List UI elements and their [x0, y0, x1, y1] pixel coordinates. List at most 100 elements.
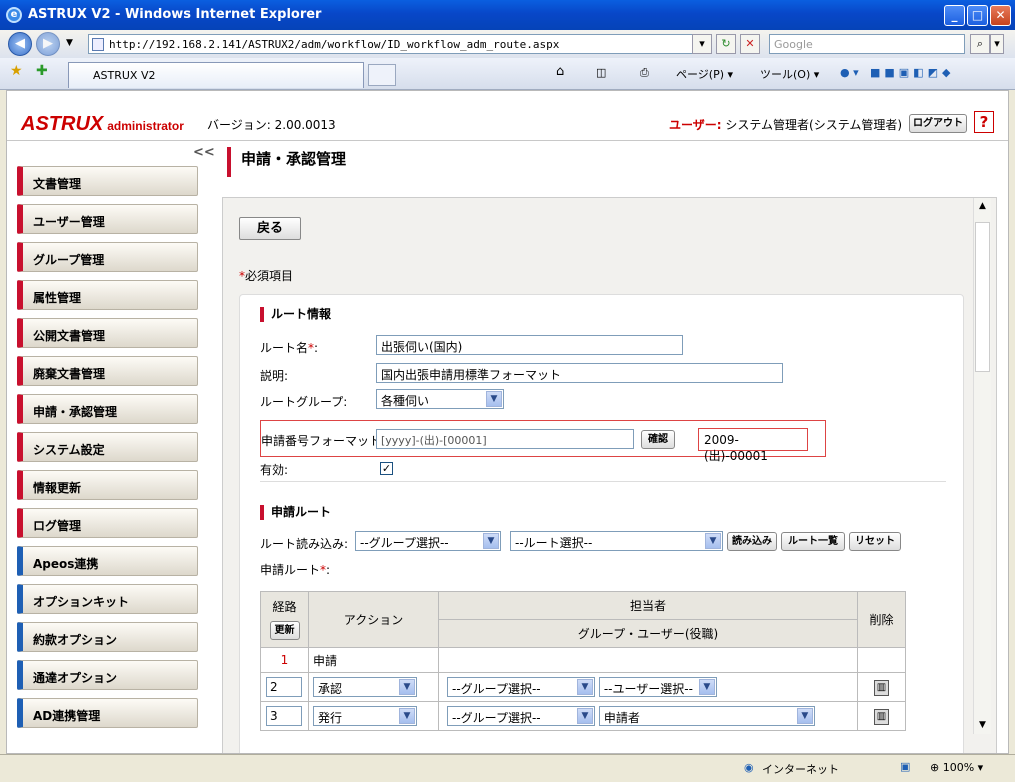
- zoom-control[interactable]: ⊕ 100% ▾: [930, 761, 983, 774]
- back-button[interactable]: 戻る: [239, 217, 301, 240]
- help-menu-icon[interactable]: ● ▾: [840, 66, 859, 79]
- feeds-icon[interactable]: ◫: [596, 66, 606, 79]
- route-delete-cell: ▥: [857, 701, 906, 731]
- home-icon[interactable]: ⌂: [556, 64, 564, 79]
- chevron-down-icon: ▼: [698, 679, 715, 695]
- chevron-down-icon: ▼: [705, 533, 721, 549]
- tools-menu[interactable]: ツール(O) ▾: [760, 66, 819, 82]
- table-row: 1 申請: [260, 647, 906, 673]
- route-assignee-cell: --グループ選択-- ▼ 申請者 ▼: [438, 701, 858, 731]
- route-assignee-cell: --グループ選択-- ▼ --ユーザー選択-- ▼: [438, 672, 858, 702]
- section-divider: [260, 481, 946, 482]
- url-dropdown-icon[interactable]: ▾: [692, 34, 712, 54]
- load-group-select[interactable]: --グループ選択-- ▼: [355, 531, 501, 551]
- description-input[interactable]: 国内出張申請用標準フォーマット: [376, 363, 783, 383]
- sidebar-item-public-docs[interactable]: 公開文書管理: [17, 318, 198, 348]
- page-scrollbar[interactable]: ▲ ▼: [973, 198, 991, 734]
- refresh-icon[interactable]: ↻: [716, 34, 736, 54]
- stop-icon[interactable]: ✕: [740, 34, 760, 54]
- forward-nav-button[interactable]: ▶: [36, 32, 60, 56]
- description-label: 説明:: [260, 369, 289, 383]
- search-input[interactable]: Google: [769, 34, 965, 54]
- page-menu[interactable]: ページ(P) ▾: [676, 66, 733, 82]
- help-icon[interactable]: ?: [974, 111, 994, 133]
- format-preview: 2009-(出)-00001: [698, 428, 808, 463]
- action-value: 承認: [318, 682, 343, 696]
- assignee-user-select[interactable]: 申請者 ▼: [598, 706, 815, 726]
- table-row: 2 承認 ▼ --グループ選択-- ▼ --ユーザー選択-- ▼ ▥: [260, 672, 906, 702]
- assignee-group-select[interactable]: --グループ選択-- ▼: [447, 677, 595, 697]
- load-route-select[interactable]: --ルート選択-- ▼: [510, 531, 723, 551]
- sidebar-item-apeos[interactable]: Apeos連携: [17, 546, 198, 576]
- action-select[interactable]: 承認 ▼: [313, 677, 417, 697]
- col-action-header: アクション: [308, 591, 439, 648]
- reset-button[interactable]: リセット: [849, 532, 901, 551]
- sidebar-item-ad-link[interactable]: AD連携管理: [17, 698, 198, 728]
- chevron-down-icon: ▼: [399, 679, 415, 695]
- sidebar-item-attributes[interactable]: 属性管理: [17, 280, 198, 310]
- chevron-down-icon: ▼: [577, 679, 593, 695]
- add-favorite-icon[interactable]: ✚: [36, 63, 48, 79]
- sidebar-item-terms-option[interactable]: 約款オプション: [17, 622, 198, 652]
- chevron-down-icon: ▼: [483, 533, 499, 549]
- route-num-input[interactable]: 3: [266, 706, 302, 726]
- route-num: 1: [260, 647, 309, 673]
- trash-icon[interactable]: ▥: [874, 708, 889, 725]
- sidebar-item-documents[interactable]: 文書管理: [17, 166, 198, 196]
- security-icon[interactable]: ▣: [900, 760, 910, 773]
- sidebar-item-logs[interactable]: ログ管理: [17, 508, 198, 538]
- sidebar-item-groups[interactable]: グループ管理: [17, 242, 198, 272]
- action-select[interactable]: 発行 ▼: [313, 706, 417, 726]
- search-dropdown-icon[interactable]: ▾: [990, 34, 1004, 54]
- assignee-user-select[interactable]: --ユーザー選択-- ▼: [598, 677, 717, 697]
- new-tab-button[interactable]: [368, 64, 396, 86]
- print-icon[interactable]: ⎙: [640, 66, 649, 80]
- route-num-cell: 3: [260, 701, 309, 731]
- search-icon[interactable]: ⌕: [970, 34, 990, 54]
- sidebar-item-notice-option[interactable]: 通達オプション: [17, 660, 198, 690]
- tab-astrux[interactable]: ASTRUX V2: [68, 62, 364, 88]
- update-button[interactable]: 更新: [269, 621, 300, 640]
- confirm-button[interactable]: 確認: [641, 430, 675, 449]
- assignee-group-select[interactable]: --グループ選択-- ▼: [447, 706, 595, 726]
- scroll-down-icon[interactable]: ▼: [974, 717, 991, 734]
- web-page: ASTRUX administrator バージョン: 2.00.0013 ユーザ…: [6, 90, 1009, 754]
- logout-button[interactable]: ログアウト: [909, 114, 967, 133]
- route-action-cell: 承認 ▼: [308, 672, 439, 702]
- route-group-label: ルートグループ:: [260, 395, 348, 409]
- assignee-group-value: --グループ選択--: [452, 682, 541, 696]
- trash-icon[interactable]: ▥: [874, 679, 889, 696]
- scroll-thumb[interactable]: [975, 222, 990, 372]
- route-assignee: [438, 647, 858, 673]
- sidebar-item-users[interactable]: ユーザー管理: [17, 204, 198, 234]
- collapse-sidebar-icon[interactable]: <<: [193, 145, 215, 160]
- window-title: ASTRUX V2 - Windows Internet Explorer: [28, 7, 322, 22]
- required-note: *必須項目: [239, 269, 294, 283]
- route-name-input[interactable]: 出張伺い(国内): [376, 335, 683, 355]
- astrux-logo: ASTRUX administrator: [21, 113, 184, 135]
- route-num-input[interactable]: 2: [266, 677, 302, 697]
- route-group-select[interactable]: 各種伺い ▼: [376, 389, 504, 409]
- chevron-down-icon: ▼: [486, 391, 502, 407]
- sidebar-item-info-update[interactable]: 情報更新: [17, 470, 198, 500]
- format-input[interactable]: [yyyy]-(出)-[00001]: [376, 429, 634, 449]
- history-dropdown-icon[interactable]: ▼: [66, 38, 73, 48]
- scroll-up-icon[interactable]: ▲: [974, 198, 991, 215]
- toolbar-extra-icons[interactable]: ■■▣◧◩◆: [870, 66, 954, 79]
- url-field[interactable]: http://192.168.2.141/ASTRUX2/adm/workflo…: [88, 34, 710, 54]
- route-delete: [857, 647, 906, 673]
- sidebar-item-option-kit[interactable]: オプションキット: [17, 584, 198, 614]
- route-list-button[interactable]: ルート一覧: [781, 532, 845, 551]
- close-button[interactable]: ✕: [990, 5, 1011, 26]
- assignee-user-value: 申請者: [603, 711, 640, 725]
- favorites-star-icon[interactable]: ★: [10, 63, 23, 79]
- back-nav-button[interactable]: ◀: [8, 32, 32, 56]
- sidebar-item-disposed-docs[interactable]: 廃棄文書管理: [17, 356, 198, 386]
- load-button[interactable]: 読み込み: [727, 532, 777, 551]
- sidebar-item-workflow[interactable]: 申請・承認管理: [17, 394, 198, 424]
- sidebar-item-system-settings[interactable]: システム設定: [17, 432, 198, 462]
- enabled-checkbox[interactable]: ✓: [380, 462, 393, 475]
- minimize-button[interactable]: _: [944, 5, 965, 26]
- maximize-button[interactable]: □: [967, 5, 988, 26]
- user-info: ユーザー: システム管理者(システム管理者): [669, 118, 903, 132]
